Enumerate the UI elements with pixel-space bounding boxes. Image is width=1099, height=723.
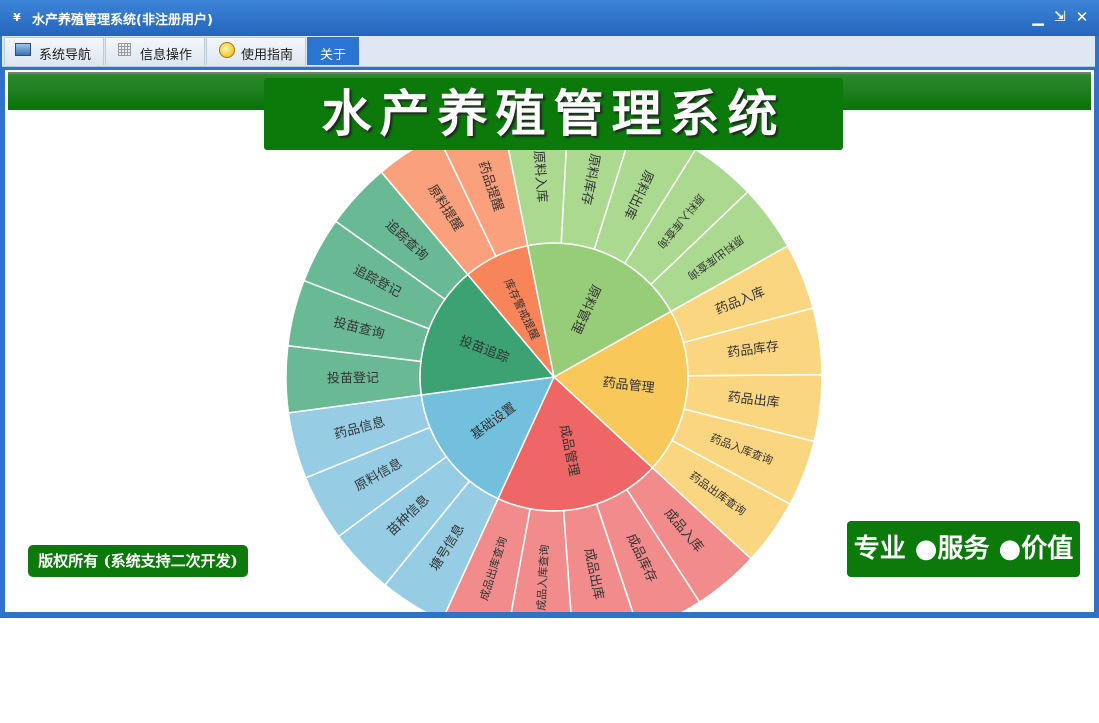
grid-icon <box>118 43 131 56</box>
tab-about[interactable]: 关于 <box>307 37 359 65</box>
slogan-badge: 专业 ●服务 ●价值 <box>847 521 1080 577</box>
app-window: ¥ 水产养殖管理系统(非注册用户) ▁ ⇲ ✕ 系统导航 信息操作 使用指南 关… <box>0 0 1099 618</box>
guide-icon <box>219 42 235 58</box>
tab-label: 信息操作 <box>140 48 193 63</box>
app-logo-icon: ¥ <box>13 11 21 24</box>
tab-user-guide[interactable]: 使用指南 <box>206 37 306 65</box>
title-bar[interactable]: ¥ 水产养殖管理系统(非注册用户) ▁ ⇲ ✕ <box>0 0 1099 36</box>
content-panel: 药品管理 药品入库 药品库存 药品出库 药品入库查询 药品出库查询 成品管理 成品入库 成品库存… <box>5 70 1094 612</box>
monitor-icon <box>15 43 31 56</box>
copyright-badge: 版权所有 (系统支持二次开发) <box>28 545 248 577</box>
tab-label: 使用指南 <box>241 48 294 63</box>
tab-info-ops[interactable]: 信息操作 <box>105 37 205 65</box>
close-icon[interactable]: ✕ <box>1074 8 1090 26</box>
menu-bar: 系统导航 信息操作 使用指南 关于 <box>2 36 1095 67</box>
minimize-icon[interactable]: ▁ <box>1030 8 1046 26</box>
tab-label: 关于 <box>320 48 347 63</box>
window-title: 水产养殖管理系统(非注册用户) <box>32 13 213 28</box>
system-headline: 水产养殖管理系统 <box>264 78 843 150</box>
tab-system-nav[interactable]: 系统导航 <box>4 37 104 65</box>
sunburst-leaf-label: 投苗登记 <box>327 370 379 386</box>
restore-icon[interactable]: ⇲ <box>1052 8 1068 26</box>
tab-label: 系统导航 <box>39 48 92 63</box>
